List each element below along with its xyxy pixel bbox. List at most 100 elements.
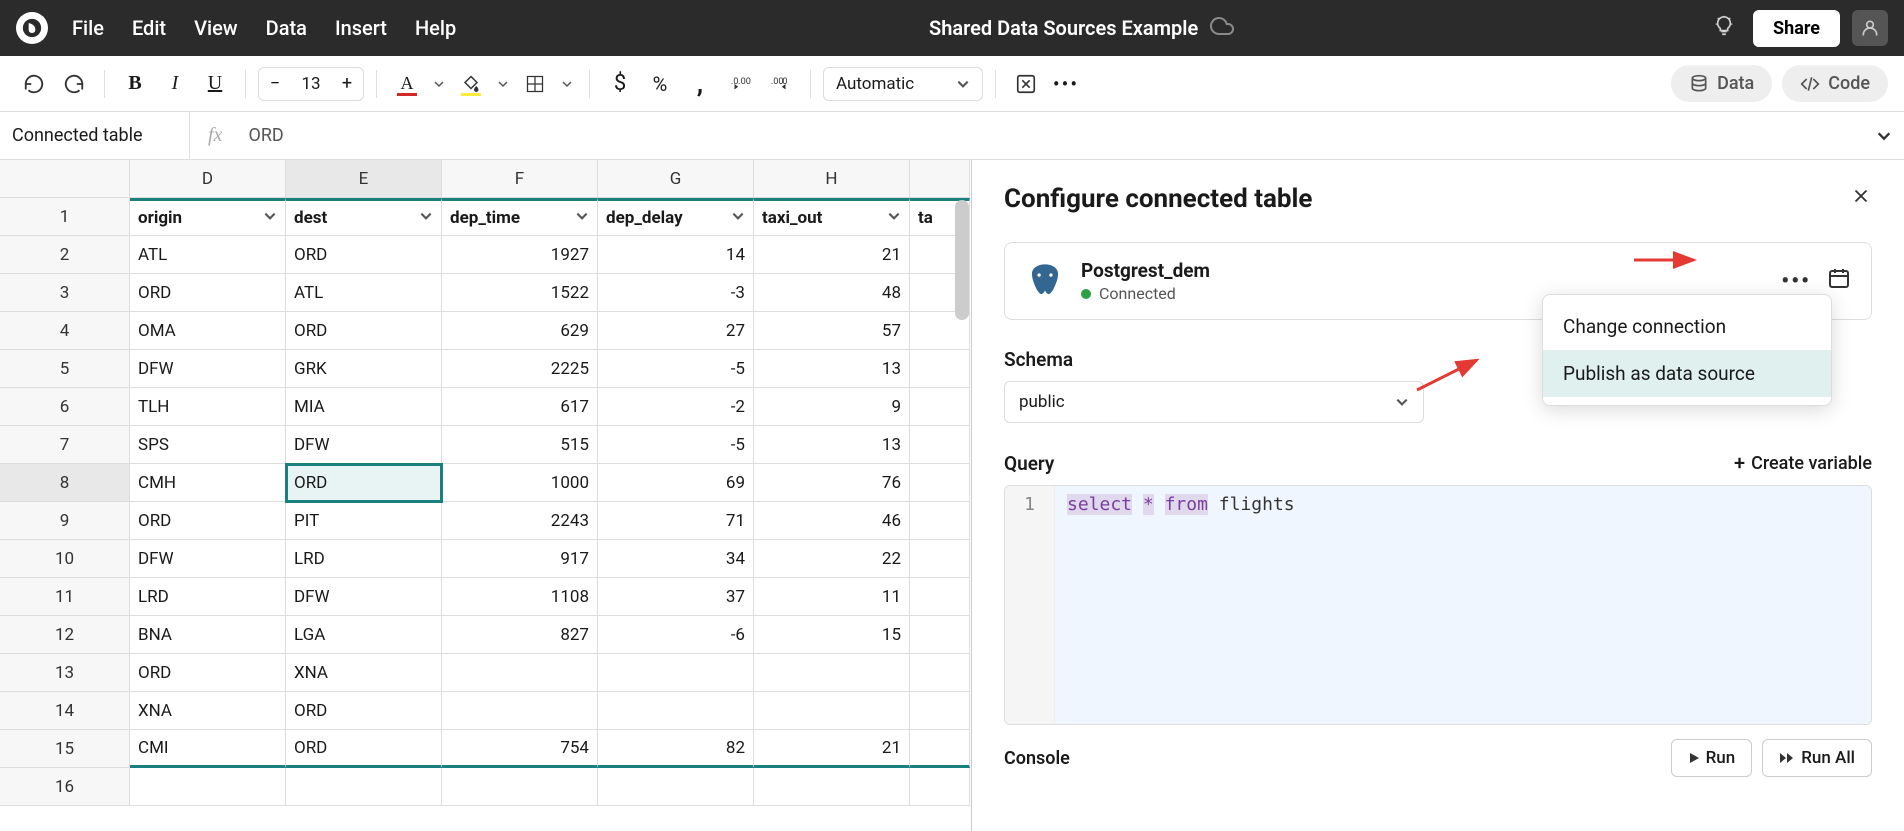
cell[interactable]: ORD	[286, 692, 442, 730]
cell[interactable]	[754, 768, 910, 806]
vertical-scrollbar[interactable]	[955, 200, 969, 320]
cell[interactable]: DFW	[286, 578, 442, 616]
cell[interactable]: GRK	[286, 350, 442, 388]
decrease-decimal-button[interactable]: .0.00	[722, 66, 758, 102]
menu-view[interactable]: View	[194, 16, 238, 40]
close-panel-button[interactable]	[1850, 185, 1872, 213]
row-header-12[interactable]: 12	[0, 616, 130, 654]
cell[interactable]: ORD	[130, 274, 286, 312]
cell[interactable]: DFW	[130, 540, 286, 578]
document-title[interactable]: Shared Data Sources Example	[929, 16, 1198, 40]
row-header-9[interactable]: 9	[0, 502, 130, 540]
font-size-value[interactable]: 13	[291, 74, 331, 94]
row-header-1[interactable]: 1	[0, 198, 130, 236]
cell[interactable]: TLH	[130, 388, 286, 426]
code-panel-button[interactable]: Code	[1782, 65, 1888, 102]
cell-overflow[interactable]	[910, 350, 970, 388]
cell[interactable]: -6	[598, 616, 754, 654]
col-header-G[interactable]: G	[598, 160, 754, 198]
formula-expand-button[interactable]	[1864, 128, 1904, 144]
cell[interactable]: 617	[442, 388, 598, 426]
cell[interactable]: -5	[598, 350, 754, 388]
row-header-6[interactable]: 6	[0, 388, 130, 426]
run-button[interactable]: Run	[1671, 739, 1753, 777]
cell[interactable]: ORD	[286, 464, 442, 502]
cell[interactable]	[442, 768, 598, 806]
query-code[interactable]: select * from flights	[1055, 486, 1871, 724]
cell[interactable]	[442, 654, 598, 692]
schedule-button[interactable]	[1827, 266, 1851, 296]
schema-select[interactable]: public	[1004, 381, 1424, 423]
cell[interactable]: 76	[754, 464, 910, 502]
cell-overflow[interactable]	[910, 502, 970, 540]
cell[interactable]: 37	[598, 578, 754, 616]
menu-help[interactable]: Help	[415, 16, 456, 40]
menu-file[interactable]: File	[72, 16, 104, 40]
cell[interactable]	[286, 768, 442, 806]
table-header[interactable]: taxi_out	[754, 198, 910, 236]
cell[interactable]: PIT	[286, 502, 442, 540]
cell-overflow[interactable]	[910, 692, 970, 730]
cell[interactable]: 21	[754, 236, 910, 274]
query-editor[interactable]: 1 select * from flights	[1004, 485, 1872, 725]
percent-format-button[interactable]: %	[642, 66, 678, 102]
row-header-5[interactable]: 5	[0, 350, 130, 388]
spreadsheet[interactable]: DEFGH1origindestdep_timedep_delaytaxi_ou…	[0, 160, 972, 831]
cell[interactable]: 57	[754, 312, 910, 350]
menu-insert[interactable]: Insert	[335, 16, 387, 40]
table-header[interactable]: dep_time	[442, 198, 598, 236]
cell[interactable]: -2	[598, 388, 754, 426]
cell[interactable]: ORD	[130, 502, 286, 540]
create-variable-button[interactable]: + Create variable	[1734, 451, 1872, 475]
cell[interactable]	[598, 692, 754, 730]
cell[interactable]: DFW	[286, 426, 442, 464]
cell[interactable]: 629	[442, 312, 598, 350]
col-header-F[interactable]: F	[442, 160, 598, 198]
row-header-8[interactable]: 8	[0, 464, 130, 502]
cell[interactable]: 1522	[442, 274, 598, 312]
row-header-13[interactable]: 13	[0, 654, 130, 692]
undo-button[interactable]	[16, 66, 52, 102]
cell[interactable]: XNA	[286, 654, 442, 692]
cell[interactable]: 71	[598, 502, 754, 540]
table-header[interactable]: dep_delay	[598, 198, 754, 236]
row-header-4[interactable]: 4	[0, 312, 130, 350]
data-panel-button[interactable]: Data	[1671, 65, 1772, 102]
fill-color-button[interactable]	[453, 66, 489, 102]
cell[interactable]	[754, 654, 910, 692]
cell[interactable]: 1108	[442, 578, 598, 616]
borders-dropdown-icon[interactable]	[557, 66, 577, 102]
cell-overflow[interactable]	[910, 388, 970, 426]
cell[interactable]	[598, 654, 754, 692]
connection-more-button[interactable]: •••	[1781, 269, 1811, 294]
underline-button[interactable]: U	[197, 66, 233, 102]
cell-overflow[interactable]	[910, 426, 970, 464]
change-connection-item[interactable]: Change connection	[1543, 303, 1831, 350]
share-button[interactable]: Share	[1753, 10, 1840, 47]
comma-format-button[interactable]: ,	[682, 66, 718, 102]
column-filter-icon[interactable]	[575, 208, 589, 228]
cell[interactable]: BNA	[130, 616, 286, 654]
column-filter-icon[interactable]	[731, 208, 745, 228]
text-color-button[interactable]: A	[389, 66, 425, 102]
col-header-overflow[interactable]	[910, 160, 970, 198]
cell[interactable]: OMA	[130, 312, 286, 350]
cell[interactable]: ORD	[286, 312, 442, 350]
cell[interactable]: SPS	[130, 426, 286, 464]
cell[interactable]: LRD	[286, 540, 442, 578]
text-color-dropdown-icon[interactable]	[429, 66, 449, 102]
insert-button[interactable]	[1008, 66, 1044, 102]
col-header-D[interactable]: D	[130, 160, 286, 198]
cell[interactable]: 14	[598, 236, 754, 274]
cell-overflow[interactable]	[910, 464, 970, 502]
cell[interactable]: ORD	[130, 654, 286, 692]
cell[interactable]: 82	[598, 730, 754, 768]
cell[interactable]: 13	[754, 350, 910, 388]
select-all-corner[interactable]	[0, 160, 130, 198]
column-filter-icon[interactable]	[419, 208, 433, 228]
col-header-H[interactable]: H	[754, 160, 910, 198]
increase-decimal-button[interactable]: .00.0	[762, 66, 798, 102]
row-header-7[interactable]: 7	[0, 426, 130, 464]
run-all-button[interactable]: Run All	[1762, 739, 1872, 777]
bold-button[interactable]: B	[117, 66, 153, 102]
